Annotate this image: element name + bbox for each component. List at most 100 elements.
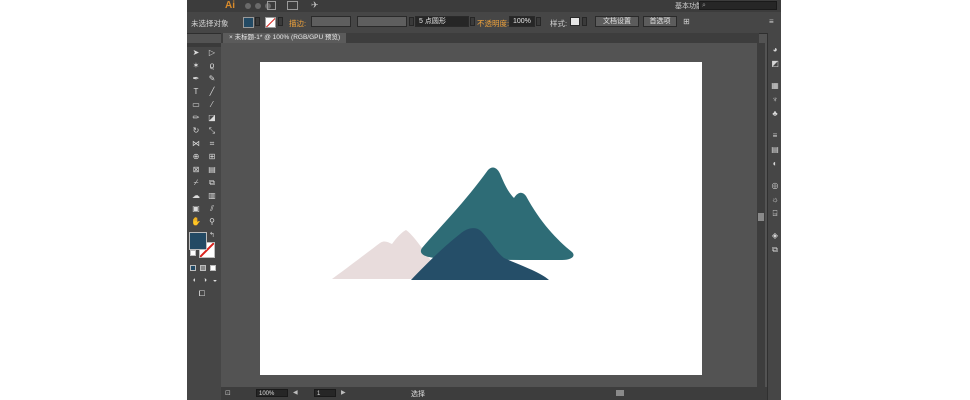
color-guide-panel-icon[interactable]: ◩: [770, 59, 780, 69]
tools-panel-grip[interactable]: [187, 43, 221, 47]
swatches-panel-icon[interactable]: ▦: [770, 81, 780, 91]
mountain-back-right[interactable]: [420, 167, 574, 260]
brush-definition[interactable]: 5 点圆形: [415, 16, 469, 27]
stroke-label[interactable]: 描边:: [289, 18, 306, 29]
artboards-panel-icon[interactable]: ⧉: [770, 245, 780, 255]
none-mode-icon[interactable]: [210, 265, 216, 271]
export-panel-icon[interactable]: ⍈: [770, 209, 780, 219]
search-field[interactable]: ⌕: [699, 1, 777, 10]
stroke-swatch-dropdown[interactable]: [278, 17, 283, 26]
type-tool-icon[interactable]: T: [191, 87, 201, 97]
gpu-performance-icon[interactable]: ✈: [311, 0, 319, 11]
brush-definition-label: 5 点圆形: [419, 18, 446, 25]
opacity-label[interactable]: 不透明度:: [477, 18, 509, 29]
blend-tool-icon[interactable]: ⧉: [207, 178, 217, 188]
close-window-button[interactable]: [245, 3, 251, 9]
variable-width-profile[interactable]: [357, 16, 407, 27]
screen-mode-icon[interactable]: ⧠: [197, 289, 207, 299]
artboard-tool-icon[interactable]: ▣: [191, 204, 201, 214]
slice-tool-icon[interactable]: ⫽: [207, 204, 217, 214]
zoom-field[interactable]: 100%: [256, 389, 288, 397]
draw-normal-icon[interactable]: ◐: [190, 276, 200, 286]
color-panel-icon[interactable]: ◕: [770, 45, 780, 55]
horizontal-scroll-thumb[interactable]: [616, 390, 624, 396]
mesh-tool-icon[interactable]: ⊠: [191, 165, 201, 175]
graphic-styles-panel-icon[interactable]: ☼: [770, 195, 780, 205]
draw-inside-icon[interactable]: ◒: [210, 276, 220, 286]
pencil-tool-icon[interactable]: ✏: [191, 113, 201, 123]
pen-tool-icon[interactable]: ✒: [191, 74, 201, 84]
document-tab[interactable]: × 未标题-1* @ 100% (RGB/GPU 预览): [223, 33, 347, 43]
artboard-number-field[interactable]: 1: [314, 389, 336, 397]
zoom-tool-icon[interactable]: ⚲: [207, 217, 217, 227]
hand-tool-icon[interactable]: ✋: [191, 217, 201, 227]
artboard[interactable]: [260, 62, 702, 375]
graphic-style-swatch[interactable]: [570, 17, 580, 26]
draw-behind-icon[interactable]: ◑: [200, 276, 210, 286]
scale-tool-icon[interactable]: ⤡: [207, 126, 217, 136]
preferences-button[interactable]: 首选项: [643, 16, 677, 27]
shape-builder-tool-icon[interactable]: ⊕: [191, 152, 201, 162]
color-mode-icon[interactable]: [190, 265, 196, 271]
transparency-panel-icon[interactable]: ◐: [770, 159, 780, 169]
fill-dropdown[interactable]: [255, 17, 260, 26]
gradient-panel-icon[interactable]: ▤: [770, 145, 780, 155]
canvas[interactable]: [221, 43, 757, 387]
arrange-icon[interactable]: ⊞: [683, 17, 690, 26]
stroke-weight-field[interactable]: [311, 16, 351, 27]
status-menu-icon[interactable]: ⊡: [225, 389, 231, 397]
previous-artboard-icon[interactable]: ◀: [293, 389, 298, 396]
rotate-tool-icon[interactable]: ↻: [191, 126, 201, 136]
gradient-tool-icon[interactable]: ▤: [207, 165, 217, 175]
fill-color-swatch[interactable]: [189, 232, 207, 250]
column-graph-tool-icon[interactable]: ▥: [207, 191, 217, 201]
eraser-tool-icon[interactable]: ◪: [207, 113, 217, 123]
lasso-tool-icon[interactable]: ϱ: [207, 61, 217, 71]
perspective-grid-tool-icon[interactable]: ⊞: [207, 152, 217, 162]
bridge-icon[interactable]: [267, 1, 276, 10]
style-label: 样式:: [550, 19, 568, 28]
vertical-scroll-thumb[interactable]: [758, 213, 764, 221]
panel-menu-icon[interactable]: ≡: [769, 17, 774, 26]
opacity-value: 100%: [513, 18, 531, 25]
rectangle-tool-icon[interactable]: ▭: [191, 100, 201, 110]
search-icon: ⌕: [702, 2, 706, 9]
selection-tool-icon[interactable]: ➤: [191, 48, 201, 58]
document-setup-button[interactable]: 文档设置: [595, 16, 639, 27]
brushes-panel-icon[interactable]: ♆: [770, 95, 780, 105]
artwork: [332, 167, 574, 280]
layers-panel-icon[interactable]: ◈: [770, 231, 780, 241]
stroke-swatch[interactable]: [265, 17, 276, 28]
style-dropdown[interactable]: [582, 17, 587, 26]
direct-selection-tool-icon[interactable]: ▷: [207, 48, 217, 58]
profile-dropdown[interactable]: [409, 17, 414, 26]
stroke-panel-icon[interactable]: ≡: [770, 131, 780, 141]
close-tab-icon[interactable]: ×: [229, 34, 233, 41]
opacity-dropdown[interactable]: [536, 17, 541, 26]
default-colors-icon[interactable]: [190, 250, 196, 256]
document-tab-title: 未标题-1* @ 100% (RGB/GPU 预览): [234, 34, 341, 41]
tools-panel: ➤ ▷ ✶ ϱ ✒ ✎ T ╱ ▭ ⁄ ✏ ◪ ↻ ⤡ ⋈ ⌗ ⊕ ⊞ ⊠ ▤ …: [187, 43, 221, 400]
fill-swatch[interactable]: [243, 17, 254, 28]
line-tool-icon[interactable]: ╱: [207, 87, 217, 97]
magic-wand-tool-icon[interactable]: ✶: [191, 61, 201, 71]
vertical-scrollbar[interactable]: [757, 43, 765, 387]
symbols-panel-icon[interactable]: ♣: [770, 109, 780, 119]
gradient-mode-icon[interactable]: [200, 265, 206, 271]
arrange-documents-icon[interactable]: [287, 1, 298, 10]
swap-fill-stroke-icon[interactable]: ↰: [209, 231, 215, 239]
next-artboard-icon[interactable]: ▶: [341, 389, 346, 396]
opacity-field[interactable]: 100%: [509, 16, 535, 27]
eyedropper-tool-icon[interactable]: ⌿: [191, 178, 201, 188]
brush-dropdown[interactable]: [470, 17, 475, 26]
width-tool-icon[interactable]: ⋈: [191, 139, 201, 149]
minimize-window-button[interactable]: [255, 3, 261, 9]
document-tab-bar: × 未标题-1* @ 100% (RGB/GPU 预览): [221, 33, 759, 43]
paintbrush-tool-icon[interactable]: ⁄: [207, 100, 217, 110]
symbol-sprayer-tool-icon[interactable]: ☁: [191, 191, 201, 201]
appearance-panel-icon[interactable]: ◎: [770, 181, 780, 191]
zoom-value: 100%: [259, 391, 275, 397]
free-transform-tool-icon[interactable]: ⌗: [207, 139, 217, 149]
status-selection-info[interactable]: 选择: [411, 389, 425, 399]
curvature-tool-icon[interactable]: ✎: [207, 74, 217, 84]
